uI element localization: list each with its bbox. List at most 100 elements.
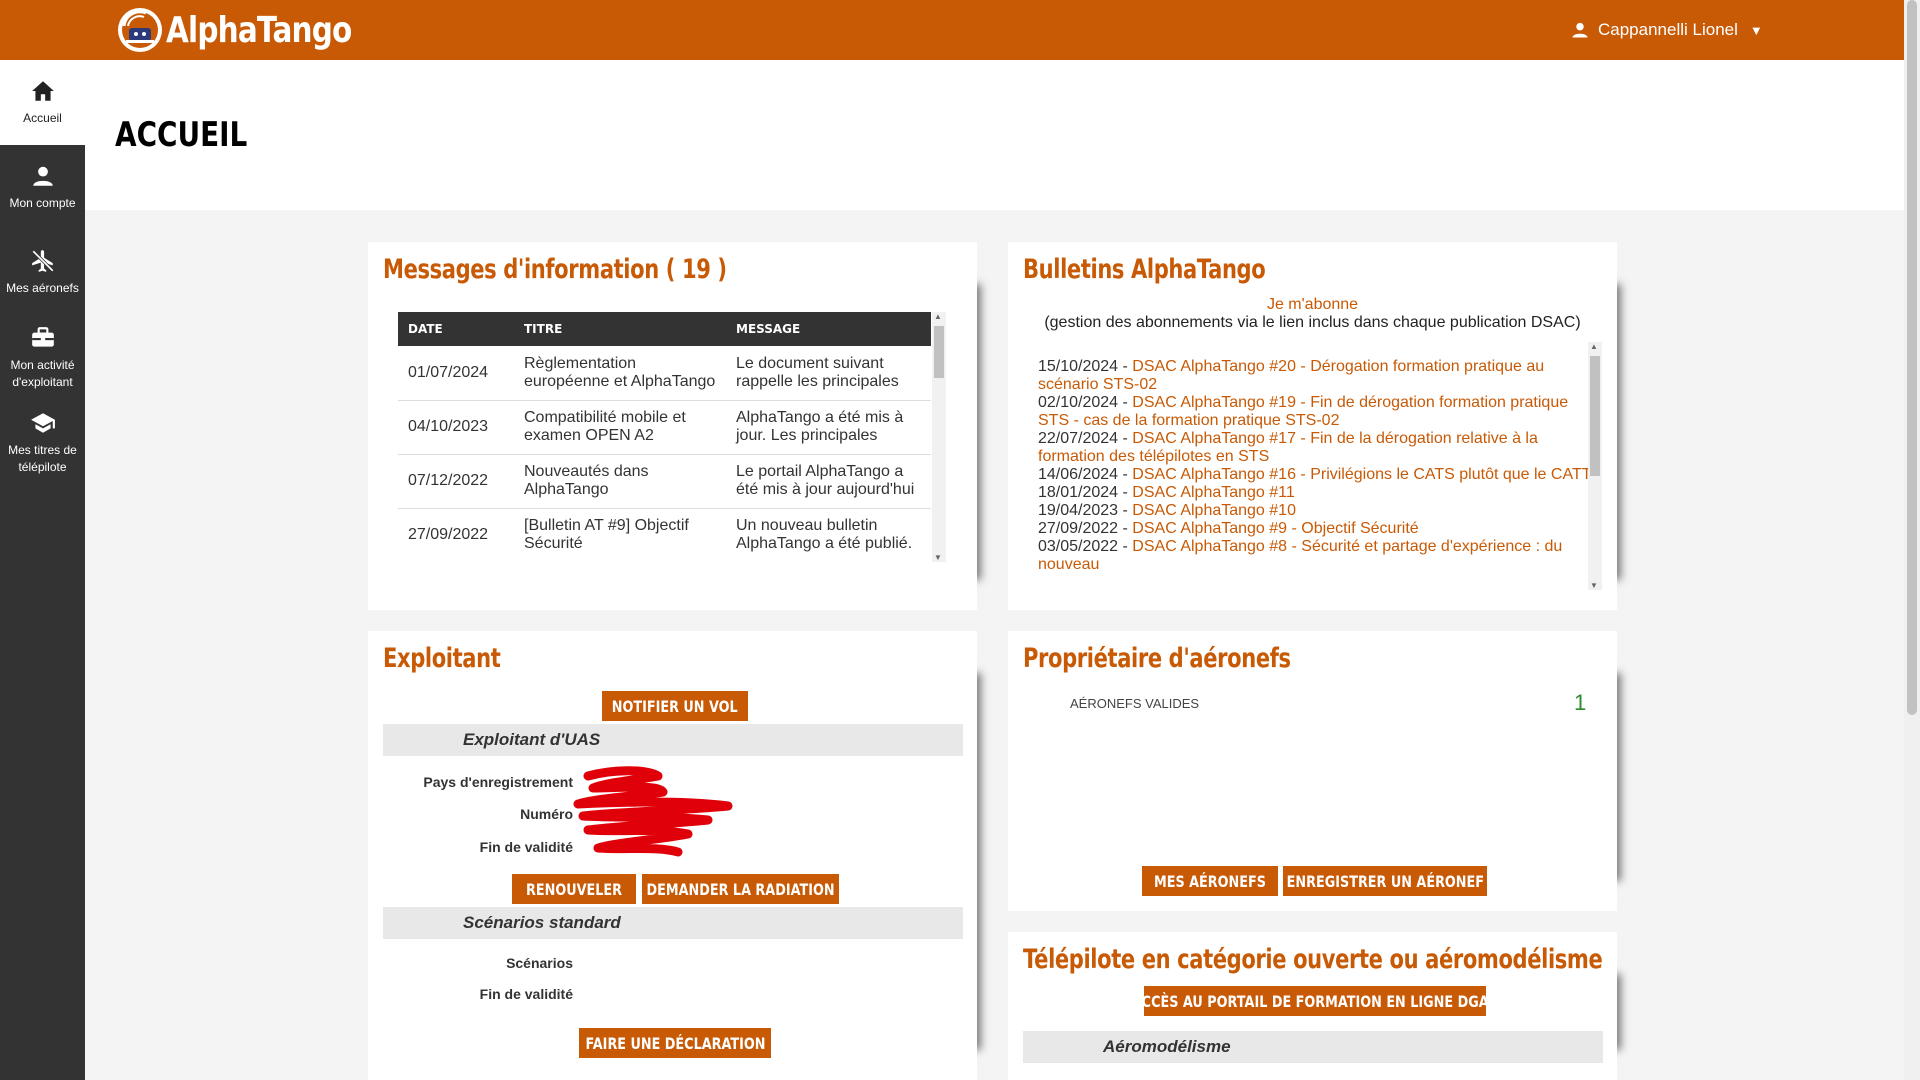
bulletin-date: 22/07/2024 <box>1038 430 1119 447</box>
request-radiation-button[interactable]: DEMANDER LA RADIATION <box>642 874 839 904</box>
sidebar-item-label: Accueil <box>23 111 62 125</box>
sidebar-item-titres-telepilote[interactable]: Mes titres de télépilote <box>0 400 85 485</box>
row-date: 27/09/2022 <box>398 508 514 562</box>
register-aircraft-button[interactable]: ENREGISTRER UN AÉRONEF <box>1283 866 1487 896</box>
row-title: [Bulletin AT #9] Objectif Sécurité <box>514 508 726 562</box>
row-title: Règlementation européenne et AlphaTango <box>514 346 726 401</box>
row-date: 07/12/2022 <box>398 454 514 509</box>
bulletin-date: 03/05/2022 <box>1038 538 1119 555</box>
subscribe-block: Je m'abonne (gestion des abonnements via… <box>1008 296 1617 332</box>
bulletins-title: Bulletins AlphaTango <box>1023 254 1266 285</box>
subscribe-link[interactable]: Je m'abonne <box>1267 296 1358 313</box>
exploitant-title: Exploitant <box>383 643 501 674</box>
subscribe-note: (gestion des abonnements via le lien inc… <box>1044 314 1581 331</box>
alphatango-logo[interactable]: AlphaTango <box>116 4 392 56</box>
column-header-titre[interactable]: TITRE <box>514 312 726 346</box>
page-header: ACCUEIL <box>85 60 1904 210</box>
messages-scrollbar[interactable]: ▲ ▼ <box>932 312 946 562</box>
bulletin-link[interactable]: DSAC AlphaTango #16 - Privilégions le CA… <box>1132 466 1591 483</box>
sidebar-item-accueil[interactable]: Accueil <box>0 60 85 145</box>
my-aircraft-button[interactable]: MES AÉRONEFS <box>1142 866 1278 896</box>
button-label: ACCÈS AU PORTAIL DE FORMATION EN LIGNE D… <box>1131 991 1499 1011</box>
bulletin-link[interactable]: DSAC AlphaTango #11 <box>1132 484 1294 501</box>
messages-card: Messages d'information ( 19 ) DATE TITRE… <box>368 242 977 610</box>
list-item[interactable]: 19/04/2023 - DSAC AlphaTango #10 <box>1038 502 1598 520</box>
sidebar: Accueil Mon compte Mes aéronefs Mon acti… <box>0 60 85 1080</box>
bulletin-date: 14/06/2024 <box>1038 466 1119 483</box>
bulletin-date: 02/10/2024 <box>1038 394 1119 411</box>
notify-flight-button[interactable]: NOTIFIER UN VOL <box>602 691 748 721</box>
make-declaration-button[interactable]: FAIRE UNE DÉCLARATION <box>579 1028 771 1058</box>
valid-aircraft-label: AÉRONEFS VALIDES <box>1070 696 1200 711</box>
scroll-thumb[interactable] <box>1590 356 1600 476</box>
model-aircraft-section: Aéromodélisme <box>1023 1031 1603 1063</box>
field-label-validity: Fin de validité <box>479 839 573 855</box>
bulletin-link[interactable]: DSAC AlphaTango #10 <box>1132 502 1296 519</box>
list-item[interactable]: 27/09/2022 - DSAC AlphaTango #9 - Object… <box>1038 520 1598 538</box>
button-label: DEMANDER LA RADIATION <box>646 879 835 899</box>
table-row[interactable]: 01/07/2024 Règlementation européenne et … <box>398 346 931 401</box>
top-bar: AlphaTango Cappannelli Lionel ▼ <box>0 0 1904 60</box>
sidebar-item-mon-compte[interactable]: Mon compte <box>0 145 85 230</box>
remote-pilot-card: Télépilote en catégorie ouverte ou aérom… <box>1008 932 1617 1080</box>
sidebar-item-label: Mes aéronefs <box>6 281 79 295</box>
row-message: Le portail AlphaTango a été mis à jour a… <box>726 454 931 509</box>
list-item[interactable]: 18/01/2024 - DSAC AlphaTango #11 <box>1038 484 1598 502</box>
caret-down-icon: ▼ <box>1749 22 1763 38</box>
field-label-number: Numéro <box>520 806 573 822</box>
page-scroll-thumb[interactable] <box>1907 0 1917 715</box>
list-item[interactable]: 15/10/2024 - DSAC AlphaTango #20 - Dérog… <box>1038 358 1598 394</box>
scroll-up-icon[interactable]: ▲ <box>1590 342 1598 351</box>
app-name: AlphaTango <box>166 9 352 51</box>
sidebar-item-mes-aeronefs[interactable]: Mes aéronefs <box>0 230 85 315</box>
page-title: ACCUEIL <box>115 115 248 155</box>
list-item[interactable]: 03/05/2022 - DSAC AlphaTango #8 - Sécuri… <box>1038 538 1598 574</box>
messages-table: DATE TITRE MESSAGE 01/07/2024 Règlementa… <box>398 312 931 562</box>
column-header-message[interactable]: MESSAGE <box>726 312 931 346</box>
messages-table-container[interactable]: DATE TITRE MESSAGE 01/07/2024 Règlementa… <box>398 312 946 562</box>
scroll-down-icon[interactable]: ▼ <box>1590 581 1598 590</box>
graduation-cap-icon <box>30 412 55 433</box>
user-name: Cappannelli Lionel <box>1598 20 1738 39</box>
valid-aircraft-count[interactable]: 1 <box>1574 690 1586 716</box>
table-row[interactable]: 04/10/2023 Compatibilité mobile et exame… <box>398 400 931 455</box>
list-item[interactable]: 02/10/2024 - DSAC AlphaTango #19 - Fin d… <box>1038 394 1598 430</box>
button-label: NOTIFIER UN VOL <box>612 696 738 716</box>
scroll-down-icon[interactable]: ▼ <box>934 553 942 562</box>
page-scrollbar[interactable] <box>1904 0 1920 1080</box>
training-portal-button[interactable]: ACCÈS AU PORTAIL DE FORMATION EN LIGNE D… <box>1132 986 1498 1016</box>
sidebar-item-activite-exploitant[interactable]: Mon activité d'exploitant <box>0 315 85 400</box>
bulletins-list[interactable]: 15/10/2024 - DSAC AlphaTango #20 - Dérog… <box>1038 358 1598 598</box>
row-title: Nouveautés dans AlphaTango <box>514 454 726 509</box>
table-row[interactable]: 27/09/2022 [Bulletin AT #9] Objectif Séc… <box>398 508 931 562</box>
list-item[interactable]: 22/07/2024 - DSAC AlphaTango #17 - Fin d… <box>1038 430 1598 466</box>
list-item[interactable]: 14/06/2024 - DSAC AlphaTango #16 - Privi… <box>1038 466 1598 484</box>
row-title: Compatibilité mobile et examen OPEN A2 <box>514 400 726 455</box>
bulletin-date: 15/10/2024 <box>1038 358 1119 375</box>
bulletins-scrollbar[interactable]: ▲ ▼ <box>1588 342 1602 590</box>
bulletin-date: 18/01/2024 <box>1038 484 1119 501</box>
bulletin-link[interactable]: DSAC AlphaTango #19 - Fin de dérogation … <box>1038 394 1568 429</box>
sidebar-item-label: Mon compte <box>9 196 76 210</box>
scroll-up-icon[interactable]: ▲ <box>934 312 942 321</box>
column-header-date[interactable]: DATE <box>398 312 514 346</box>
button-label: MES AÉRONEFS <box>1154 871 1266 891</box>
owner-title: Propriétaire d'aéronefs <box>1023 643 1291 674</box>
drone-logo-icon <box>118 8 162 52</box>
bulletin-link[interactable]: DSAC AlphaTango #9 - Objectif Sécurité <box>1132 520 1418 537</box>
sidebar-item-label: Mon activité d'exploitant <box>10 357 75 389</box>
messages-title: Messages d'information ( 19 ) <box>383 254 727 285</box>
table-row[interactable]: 07/12/2022 Nouveautés dans AlphaTango Le… <box>398 454 931 509</box>
row-date: 01/07/2024 <box>398 346 514 401</box>
briefcase-icon <box>31 326 54 347</box>
person-icon <box>32 166 53 186</box>
renew-button[interactable]: RENOUVELER <box>512 874 636 904</box>
field-label-country: Pays d'enregistrement <box>423 774 573 790</box>
button-label: ENREGISTRER UN AÉRONEF <box>1286 871 1484 891</box>
user-menu[interactable]: Cappannelli Lionel ▼ <box>1570 20 1763 40</box>
home-icon <box>31 81 54 101</box>
scroll-thumb[interactable] <box>934 326 944 378</box>
person-icon <box>1572 22 1588 38</box>
exploitant-card: Exploitant NOTIFIER UN VOL Exploitant d'… <box>368 631 977 1080</box>
bulletin-date: 27/09/2022 <box>1038 520 1119 537</box>
